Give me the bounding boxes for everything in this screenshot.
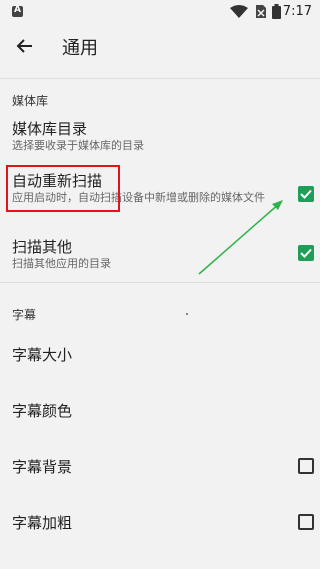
status-bar: 7:17 <box>0 0 320 24</box>
section-header-media-library: 媒体库 <box>12 94 49 108</box>
auto-rescan-checkbox[interactable] <box>298 186 314 202</box>
annotation-highlight-box <box>6 165 120 212</box>
section-header-subtitles: 字幕 <box>12 308 37 322</box>
stray-dot <box>186 313 188 315</box>
wifi-icon <box>230 5 248 18</box>
status-time: 7:17 <box>282 4 312 19</box>
pref-subtitle-color[interactable]: 字幕颜色 <box>0 388 320 432</box>
no-sim-icon <box>256 5 266 18</box>
pref-title: 媒体库目录 <box>12 120 88 138</box>
pref-title: 扫描其他 <box>12 238 73 256</box>
pref-media-library-dir[interactable]: 媒体库目录 选择要收录于媒体库的目录 <box>0 110 320 160</box>
check-icon <box>300 248 312 258</box>
battery-icon <box>272 4 281 19</box>
back-arrow-icon[interactable] <box>10 32 38 60</box>
pref-summary: 选择要收录于媒体库的目录 <box>12 139 144 152</box>
notification-icon <box>12 5 23 17</box>
section-divider <box>0 282 320 283</box>
toolbar: 通用 <box>0 24 320 68</box>
pref-subtitle-size[interactable]: 字幕大小 <box>0 332 320 376</box>
pref-summary: 扫描其他应用的目录 <box>12 257 111 270</box>
pref-subtitle-background[interactable]: 字幕背景 <box>0 444 320 488</box>
pref-subtitle-bold[interactable]: 字幕加粗 <box>0 500 320 544</box>
toolbar-divider <box>0 78 320 79</box>
page-title: 通用 <box>62 38 98 59</box>
subtitle-background-checkbox[interactable] <box>298 458 314 474</box>
pref-title: 字幕加粗 <box>12 514 73 532</box>
pref-scan-others[interactable]: 扫描其他 扫描其他应用的目录 <box>0 228 320 278</box>
pref-title: 字幕颜色 <box>12 402 73 420</box>
pref-title: 字幕大小 <box>12 346 73 364</box>
pref-title: 字幕背景 <box>12 458 73 476</box>
scan-others-checkbox[interactable] <box>298 245 314 261</box>
check-icon <box>300 189 312 199</box>
subtitle-bold-checkbox[interactable] <box>298 514 314 530</box>
